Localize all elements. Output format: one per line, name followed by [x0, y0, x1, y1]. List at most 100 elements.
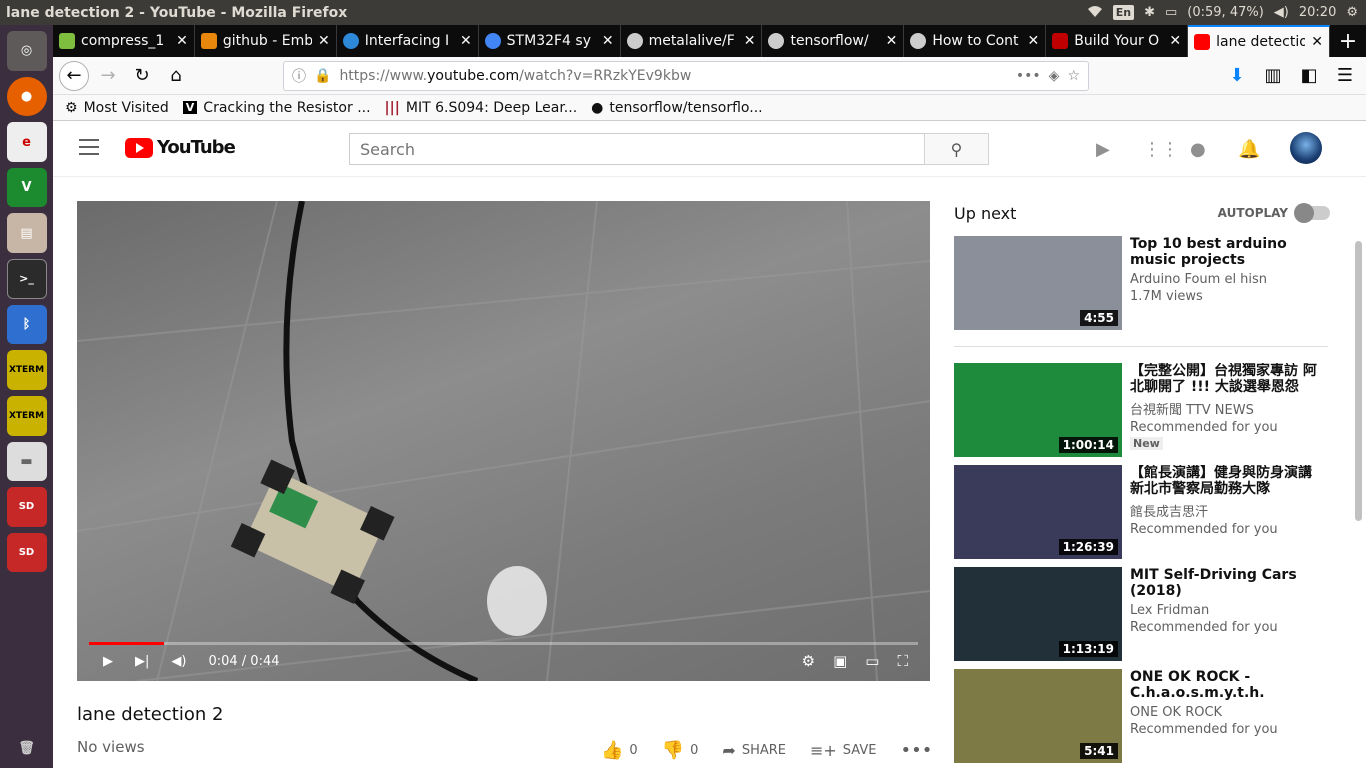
tab[interactable]: Interfacing I ✕: [337, 25, 479, 57]
lock-icon[interactable]: 🔒: [314, 68, 331, 84]
battery-icon[interactable]: ▭: [1165, 5, 1177, 20]
keyboard-layout[interactable]: En: [1112, 5, 1135, 20]
fullscreen-icon[interactable]: ⛶: [897, 652, 908, 670]
next-icon[interactable]: ▶|: [135, 654, 149, 669]
clock[interactable]: 20:20: [1299, 5, 1336, 20]
terminal-icon[interactable]: >_: [6, 259, 47, 299]
related-video-title[interactable]: Top 10 best arduino music projects: [1130, 236, 1322, 268]
channel-name[interactable]: 台視新聞 TTV NEWS: [1130, 399, 1322, 418]
related-video[interactable]: 4:55 Top 10 best arduino music projects Ar…: [954, 236, 1330, 330]
info-icon[interactable]: ⓘ: [292, 66, 306, 86]
tab[interactable]: Build Your O ✕: [1046, 25, 1189, 57]
page-actions-icon[interactable]: •••: [1016, 68, 1041, 84]
video-thumbnail[interactable]: 4:55: [954, 236, 1122, 330]
related-video-title[interactable]: 【完整公開】台視獨家專訪 阿北聊開了 !!! 大談選舉恩怨: [1130, 363, 1322, 395]
tab[interactable]: How to Cont ✕: [904, 25, 1047, 57]
downloads-icon[interactable]: ⬇: [1222, 61, 1252, 91]
more-actions-icon[interactable]: •••: [900, 740, 932, 761]
theater-mode-icon[interactable]: ▭: [865, 652, 879, 670]
files-icon[interactable]: ▤: [6, 213, 47, 254]
share-button[interactable]: ➦ SHARE: [722, 741, 786, 760]
autoplay-toggle[interactable]: [1294, 203, 1330, 223]
url-text[interactable]: https://www.youtube.com/watch?v=RRzkYEv9…: [339, 68, 1007, 84]
bookmark-star-icon[interactable]: ☆: [1067, 68, 1080, 84]
close-icon[interactable]: ✕: [1311, 34, 1323, 50]
related-video[interactable]: 1:13:19 MIT Self-Driving Cars (2018) Lex F…: [954, 567, 1330, 661]
close-icon[interactable]: ✕: [1169, 33, 1181, 49]
miniplayer-icon[interactable]: ▣: [833, 652, 847, 670]
video-thumbnail[interactable]: 1:26:39: [954, 465, 1122, 559]
trash-icon[interactable]: 🗑: [7, 728, 47, 768]
back-button[interactable]: ←: [59, 60, 89, 91]
related-video[interactable]: 1:26:39 【館長演講】健身與防身演講 新北市警察局勤務大隊 館長成吉思汗 Rec…: [954, 465, 1330, 559]
avatar[interactable]: [1290, 132, 1322, 164]
hamburger-menu-icon[interactable]: ☰: [1330, 61, 1360, 91]
related-video[interactable]: 5:41 ONE OK ROCK - C.h.a.o.s.m.y.t.h. [Of…: [954, 669, 1330, 763]
related-video-title[interactable]: ONE OK ROCK - C.h.a.o.s.m.y.t.h. [Offici…: [1130, 669, 1322, 701]
channel-name[interactable]: ONE OK ROCK: [1130, 705, 1322, 720]
ubuntu-icon[interactable]: ◎: [6, 31, 47, 71]
bookmark-item[interactable]: V Cracking the Resistor ...: [182, 100, 371, 116]
channel-name[interactable]: 館長成吉思汗: [1130, 501, 1322, 520]
video-thumbnail[interactable]: 1:13:19: [954, 567, 1122, 661]
bluetooth-icon[interactable]: ᛒ: [6, 304, 47, 345]
scrollbar-thumb[interactable]: [1355, 241, 1362, 521]
bookmark-item[interactable]: ||| MIT 6.S094: Deep Lear...: [385, 100, 578, 116]
home-button[interactable]: ⌂: [161, 61, 191, 91]
firefox-icon[interactable]: ●: [6, 76, 47, 117]
reload-button[interactable]: ↻: [127, 61, 157, 91]
video-thumbnail[interactable]: 5:41: [954, 669, 1122, 763]
volume-icon[interactable]: ◀): [171, 654, 186, 669]
close-icon[interactable]: ✕: [460, 33, 472, 49]
close-icon[interactable]: ✕: [176, 33, 188, 49]
like-button[interactable]: 👍 0: [601, 740, 638, 761]
save-button[interactable]: ≡+ SAVE: [810, 741, 876, 760]
dislike-button[interactable]: 👎 0: [662, 740, 699, 761]
sidebar-icon[interactable]: ◧: [1294, 61, 1324, 91]
related-video-title[interactable]: 【館長演講】健身與防身演講 新北市警察局勤務大隊: [1130, 465, 1322, 497]
channel-name[interactable]: Lex Fridman: [1130, 603, 1322, 618]
pocket-icon[interactable]: ◈: [1049, 68, 1060, 84]
battery-status[interactable]: (0:59, 47%): [1187, 5, 1264, 20]
close-icon[interactable]: ✕: [1028, 33, 1040, 49]
close-icon[interactable]: ✕: [602, 33, 614, 49]
close-icon[interactable]: ✕: [318, 33, 330, 49]
tab[interactable]: compress_1 ✕: [53, 25, 195, 57]
bluetooth-icon[interactable]: ✱: [1144, 5, 1155, 20]
close-icon[interactable]: ✕: [886, 33, 898, 49]
wifi-icon[interactable]: [1087, 4, 1103, 22]
tab[interactable]: STM32F4 sy ✕: [479, 25, 621, 57]
sd-card-icon[interactable]: SD: [6, 532, 47, 573]
search-button[interactable]: ⚲: [924, 133, 989, 165]
settings-gear-icon[interactable]: ⚙: [802, 652, 815, 670]
url-bar[interactable]: ⓘ 🔒 https://www.youtube.com/watch?v=RRzk…: [283, 60, 1089, 91]
related-video[interactable]: 1:00:14 【完整公開】台視獨家專訪 阿北聊開了 !!! 大談選舉恩怨台視新聞…: [954, 363, 1330, 457]
bookmark-item[interactable]: ● tensorflow/tensorflo...: [591, 100, 762, 116]
forward-button[interactable]: →: [93, 61, 123, 91]
video-thumbnail[interactable]: 1:00:14: [954, 363, 1122, 457]
youtube-logo[interactable]: YouTube: [125, 137, 236, 158]
apps-grid-icon[interactable]: ⋮⋮: [1143, 139, 1179, 160]
related-video-title[interactable]: MIT Self-Driving Cars (2018): [1130, 567, 1322, 599]
sd-card-icon[interactable]: SD: [6, 487, 47, 527]
tab[interactable]: github - Emb ✕: [195, 25, 337, 57]
xterm-icon[interactable]: XTERM: [6, 395, 47, 436]
video-player[interactable]: ▶ ▶| ◀) 0:04 / 0:44 ⚙ ▣ ▭ ⛶: [77, 201, 930, 681]
volume-icon[interactable]: ◀): [1274, 5, 1289, 20]
close-icon[interactable]: ✕: [744, 33, 756, 49]
notifications-bell-icon[interactable]: 🔔: [1238, 139, 1260, 160]
upload-video-icon[interactable]: ▶: [1096, 139, 1110, 160]
channel-name[interactable]: Arduino Foum el hisn: [1130, 272, 1322, 287]
new-tab-button[interactable]: +: [1330, 25, 1366, 57]
messages-icon[interactable]: ●: [1190, 139, 1206, 160]
text-editor-icon[interactable]: e: [6, 122, 47, 162]
library-icon[interactable]: ▥: [1258, 61, 1288, 91]
tab[interactable]: tensorflow/ ✕: [762, 25, 905, 57]
guide-menu-icon[interactable]: [79, 139, 99, 155]
search-input[interactable]: [349, 133, 925, 165]
page-scrollbar[interactable]: [1351, 241, 1366, 761]
tab[interactable]: metalalive/F ✕: [621, 25, 763, 57]
gear-icon[interactable]: ⚙: [1346, 5, 1358, 20]
xterm-icon[interactable]: XTERM: [6, 350, 47, 390]
bookmark-most-visited[interactable]: ⚙ Most Visited: [65, 100, 169, 116]
